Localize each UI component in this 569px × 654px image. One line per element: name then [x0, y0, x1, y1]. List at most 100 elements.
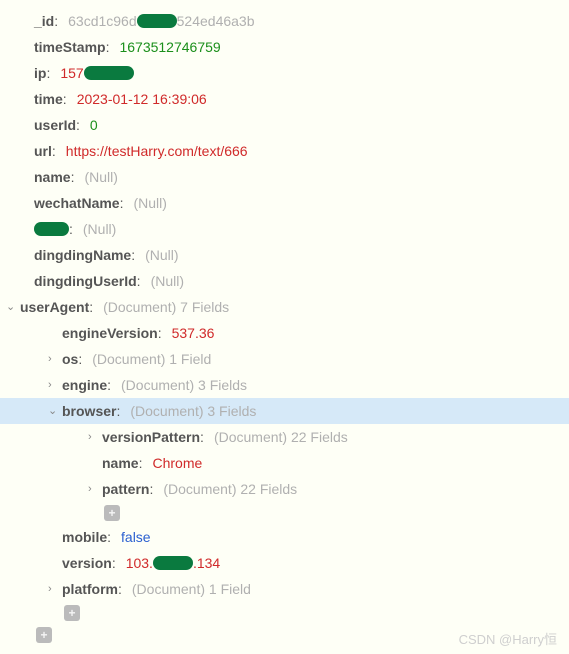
- value-null: (Null): [133, 193, 166, 213]
- value-timestamp: 1673512746759: [119, 37, 220, 57]
- chevron-down-icon[interactable]: ⌄: [6, 297, 20, 317]
- colon: :: [158, 323, 162, 343]
- field-mobile: mobile : false: [0, 524, 569, 550]
- value-null: (Null): [151, 271, 184, 291]
- key-engineversion: engineVersion: [62, 323, 158, 343]
- redaction-mark: [137, 14, 177, 28]
- field-timestamp: timeStamp : 1673512746759: [0, 34, 569, 60]
- chevron-right-icon[interactable]: ›: [48, 349, 62, 369]
- key-pattern: pattern: [102, 479, 149, 499]
- add-field-button[interactable]: +: [64, 605, 80, 621]
- value-version-prefix: 103.: [126, 553, 153, 573]
- field-version: version : 103. .134: [0, 550, 569, 576]
- value-null: (Null): [83, 219, 116, 239]
- chevron-right-icon[interactable]: ›: [48, 579, 62, 599]
- colon: :: [200, 427, 204, 447]
- field-time: time : 2023-01-12 16:39:06: [0, 86, 569, 112]
- colon: :: [107, 527, 111, 547]
- key-url: url: [34, 141, 52, 161]
- value-time: 2023-01-12 16:39:06: [77, 89, 207, 109]
- value-id-suffix: 524ed46a3b: [177, 11, 255, 31]
- add-field-button[interactable]: +: [36, 627, 52, 643]
- meta-os: (Document) 1 Field: [92, 349, 211, 369]
- field-engine[interactable]: › engine : (Document) 3 Fields: [0, 372, 569, 398]
- chevron-right-icon[interactable]: ›: [88, 479, 102, 499]
- value-userid: 0: [90, 115, 98, 135]
- value-null: (Null): [84, 167, 117, 187]
- redaction-mark: [153, 556, 193, 570]
- key-name: name: [34, 167, 71, 187]
- key-timestamp: timeStamp: [34, 37, 106, 57]
- key-browser: browser: [62, 401, 116, 421]
- key-os: os: [62, 349, 78, 369]
- key-engine: engine: [62, 375, 107, 395]
- colon: :: [116, 401, 120, 421]
- key-version: version: [62, 553, 112, 573]
- colon: :: [63, 89, 67, 109]
- colon: :: [69, 219, 73, 239]
- key-browser-name: name: [102, 453, 139, 473]
- colon: :: [76, 115, 80, 135]
- colon: :: [118, 579, 122, 599]
- field-ip: ip : 157: [0, 60, 569, 86]
- field-platform[interactable]: › platform : (Document) 1 Field: [0, 576, 569, 602]
- meta-browser: (Document) 3 Fields: [130, 401, 256, 421]
- colon: :: [120, 193, 124, 213]
- field-browser-name: name : Chrome: [0, 450, 569, 476]
- chevron-right-icon[interactable]: ›: [48, 375, 62, 395]
- key-mobile: mobile: [62, 527, 107, 547]
- colon: :: [139, 453, 143, 473]
- field-dingdinguserid: dingdingUserId : (Null): [0, 268, 569, 294]
- field-useragent[interactable]: ⌄ userAgent : (Document) 7 Fields: [0, 294, 569, 320]
- key-dingdingname: dingdingName: [34, 245, 131, 265]
- field-browser[interactable]: ⌄ browser : (Document) 3 Fields: [0, 398, 569, 424]
- field-url: url : https://testHarry.com/text/666: [0, 138, 569, 164]
- meta-pattern: (Document) 22 Fields: [163, 479, 297, 499]
- colon: :: [131, 245, 135, 265]
- field-pattern[interactable]: › pattern : (Document) 22 Fields: [0, 476, 569, 502]
- key-ip: ip: [34, 63, 46, 83]
- value-mobile: false: [121, 527, 151, 547]
- add-field-button[interactable]: +: [104, 505, 120, 521]
- meta-versionpattern: (Document) 22 Fields: [214, 427, 348, 447]
- field-name: name : (Null): [0, 164, 569, 190]
- value-engineversion: 537.36: [172, 323, 215, 343]
- colon: :: [78, 349, 82, 369]
- redaction-mark: [34, 222, 69, 236]
- chevron-right-icon[interactable]: ›: [88, 427, 102, 447]
- field-userid: userId : 0: [0, 112, 569, 138]
- colon: :: [112, 553, 116, 573]
- add-field-row: +: [0, 502, 569, 524]
- key-userid: userId: [34, 115, 76, 135]
- key-dingdinguserid: dingdingUserId: [34, 271, 137, 291]
- value-version-suffix: .134: [193, 553, 220, 573]
- field-redacted: : (Null): [0, 216, 569, 242]
- value-id-prefix: 63cd1c96d: [68, 11, 137, 31]
- colon: :: [106, 37, 110, 57]
- add-field-row: +: [0, 602, 569, 624]
- field-wechatname: wechatName : (Null): [0, 190, 569, 216]
- colon: :: [52, 141, 56, 161]
- redaction-mark: [84, 66, 134, 80]
- value-null: (Null): [145, 245, 178, 265]
- key-wechatname: wechatName: [34, 193, 120, 213]
- meta-useragent: (Document) 7 Fields: [103, 297, 229, 317]
- key-platform: platform: [62, 579, 118, 599]
- field-dingdingname: dingdingName : (Null): [0, 242, 569, 268]
- field-versionpattern[interactable]: › versionPattern : (Document) 22 Fields: [0, 424, 569, 450]
- key-id: _id: [34, 11, 54, 31]
- value-ip-prefix: 157: [60, 63, 83, 83]
- colon: :: [46, 63, 50, 83]
- meta-engine: (Document) 3 Fields: [121, 375, 247, 395]
- field-os[interactable]: › os : (Document) 1 Field: [0, 346, 569, 372]
- colon: :: [89, 297, 93, 317]
- field-id: _id : 63cd1c96d 524ed46a3b: [0, 8, 569, 34]
- colon: :: [149, 479, 153, 499]
- colon: :: [137, 271, 141, 291]
- key-useragent: userAgent: [20, 297, 89, 317]
- key-time: time: [34, 89, 63, 109]
- value-url: https://testHarry.com/text/666: [66, 141, 248, 161]
- key-versionpattern: versionPattern: [102, 427, 200, 447]
- chevron-down-icon[interactable]: ⌄: [48, 401, 62, 421]
- value-browser-name: Chrome: [152, 453, 202, 473]
